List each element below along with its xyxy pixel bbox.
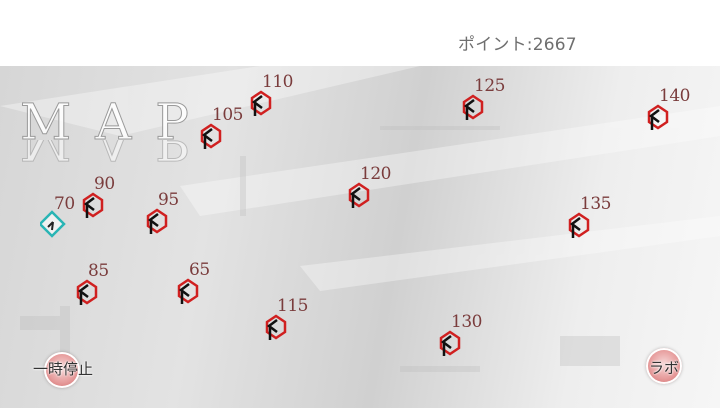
locked-stage-marker-icon <box>177 278 199 304</box>
stage-node[interactable]: 65 <box>175 260 210 308</box>
stage-number: 90 <box>94 174 115 194</box>
locked-stage-marker-icon <box>76 279 98 305</box>
stage-node[interactable]: 120 <box>346 164 391 212</box>
stage-number: 130 <box>451 312 482 332</box>
stage-number: 120 <box>360 164 391 184</box>
stage-number: 95 <box>158 190 179 210</box>
pause-button-label: 一時停止 <box>33 360 94 378</box>
stage-node[interactable]: 105 <box>198 105 243 153</box>
stage-map: MAP MAP <box>0 66 720 408</box>
stage-number: 115 <box>277 296 308 316</box>
stage-number: 85 <box>88 261 109 281</box>
stage-node[interactable]: 85 <box>74 261 109 309</box>
stage-node[interactable]: 110 <box>248 72 293 120</box>
stage-node[interactable]: 95 <box>144 190 179 238</box>
locked-stage-marker-icon <box>568 212 590 238</box>
points-counter: ポイント:2667 <box>458 35 577 55</box>
stage-node[interactable]: 130 <box>437 312 482 360</box>
locked-stage-marker-icon <box>462 94 484 120</box>
stage-node[interactable]: 140 <box>645 86 690 134</box>
stage-number: 125 <box>474 76 505 96</box>
stage-number: 135 <box>580 194 611 214</box>
lab-button-label: ラボ <box>649 359 680 377</box>
stage-number: 105 <box>212 105 243 125</box>
locked-stage-marker-icon <box>439 330 461 356</box>
stage-node[interactable]: 90 <box>80 174 115 222</box>
stage-number: 65 <box>189 260 210 280</box>
top-bar: ポイント:2667 <box>0 0 720 66</box>
stage-node-current[interactable]: 70 <box>40 194 75 242</box>
locked-stage-marker-icon <box>265 314 287 340</box>
locked-stage-marker-icon <box>647 104 669 130</box>
locked-stage-marker-icon <box>146 208 168 234</box>
locked-stage-marker-icon <box>82 192 104 218</box>
locked-stage-marker-icon <box>348 182 370 208</box>
stage-number: 70 <box>54 194 75 214</box>
map-title-reflection: MAP <box>20 140 213 170</box>
locked-stage-marker-icon <box>200 123 222 149</box>
stage-node[interactable]: 115 <box>263 296 308 344</box>
stage-node[interactable]: 135 <box>566 194 611 242</box>
stage-number: 140 <box>659 86 690 106</box>
current-stage-marker-icon <box>40 210 66 238</box>
stage-node[interactable]: 125 <box>460 76 505 124</box>
stage-number: 110 <box>262 72 293 92</box>
locked-stage-marker-icon <box>250 90 272 116</box>
